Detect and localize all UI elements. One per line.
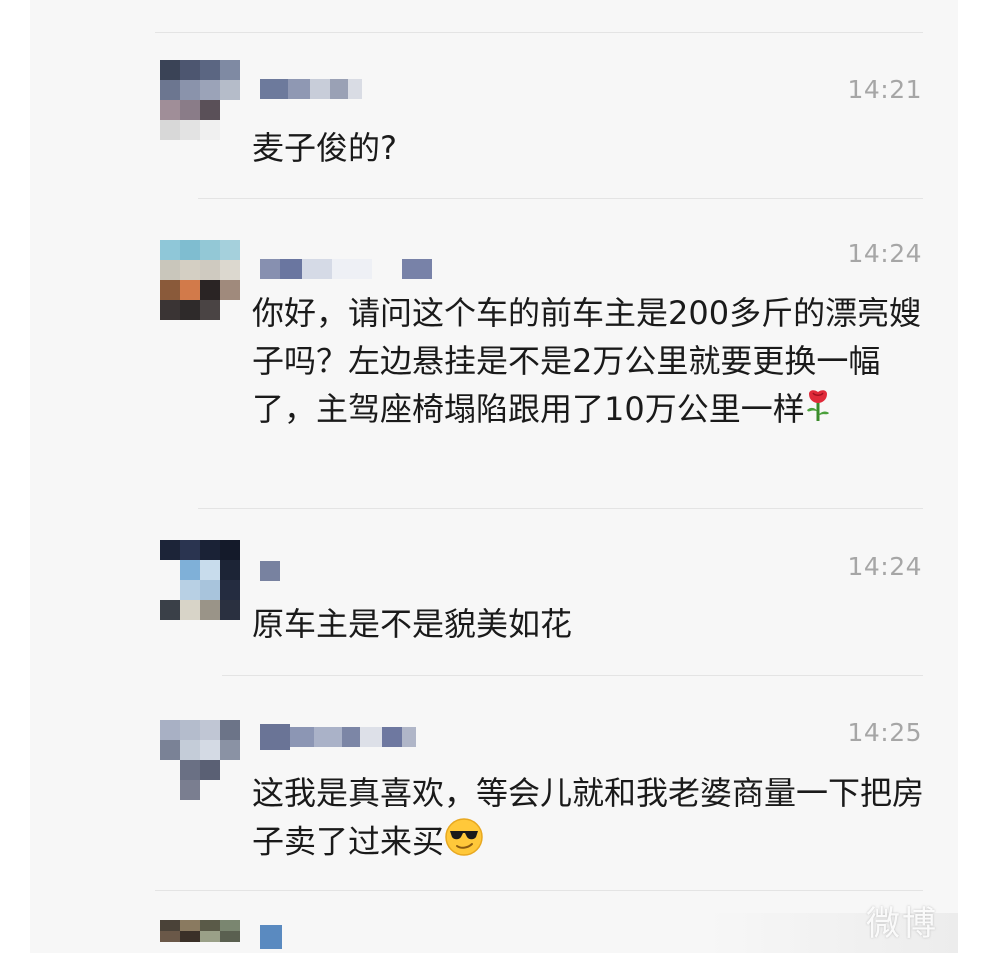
divider (222, 675, 923, 676)
cool-sunglasses-icon (444, 817, 484, 870)
avatar[interactable] (160, 720, 240, 800)
pixelated-username[interactable] (260, 924, 282, 950)
divider (155, 890, 923, 891)
comment-list: 14:21 麦子俊的? 14:24 你好，请问这个车的前车主是200多斤的漂亮嫂… (30, 0, 958, 953)
divider (198, 198, 923, 199)
avatar[interactable] (160, 60, 240, 140)
avatar[interactable] (160, 920, 240, 963)
rose-icon (805, 387, 831, 435)
timestamp: 14:21 (847, 75, 922, 104)
divider (155, 32, 923, 33)
message-text: 原车主是不是貌美如花 (252, 605, 573, 643)
timestamp: 14:24 (847, 552, 922, 581)
avatar[interactable] (160, 240, 240, 320)
pixelated-username[interactable] (260, 558, 280, 584)
timestamp: 14:25 (847, 718, 922, 747)
message-text: 你好，请问这个车的前车主是200多斤的漂亮嫂子吗？左边悬挂是不是2万公里就要更换… (252, 289, 932, 435)
pixelated-username[interactable] (260, 724, 416, 750)
watermark-text: 微博 (866, 904, 938, 944)
message-text: 这我是真喜欢，等会儿就和我老婆商量一下把房子卖了过来买 (252, 769, 932, 870)
message-text: 麦子俊的? (252, 129, 397, 167)
timestamp: 14:24 (847, 239, 922, 268)
divider (198, 508, 923, 509)
avatar[interactable] (160, 540, 240, 620)
pixelated-username[interactable] (260, 76, 362, 102)
pixelated-username[interactable] (260, 256, 432, 282)
